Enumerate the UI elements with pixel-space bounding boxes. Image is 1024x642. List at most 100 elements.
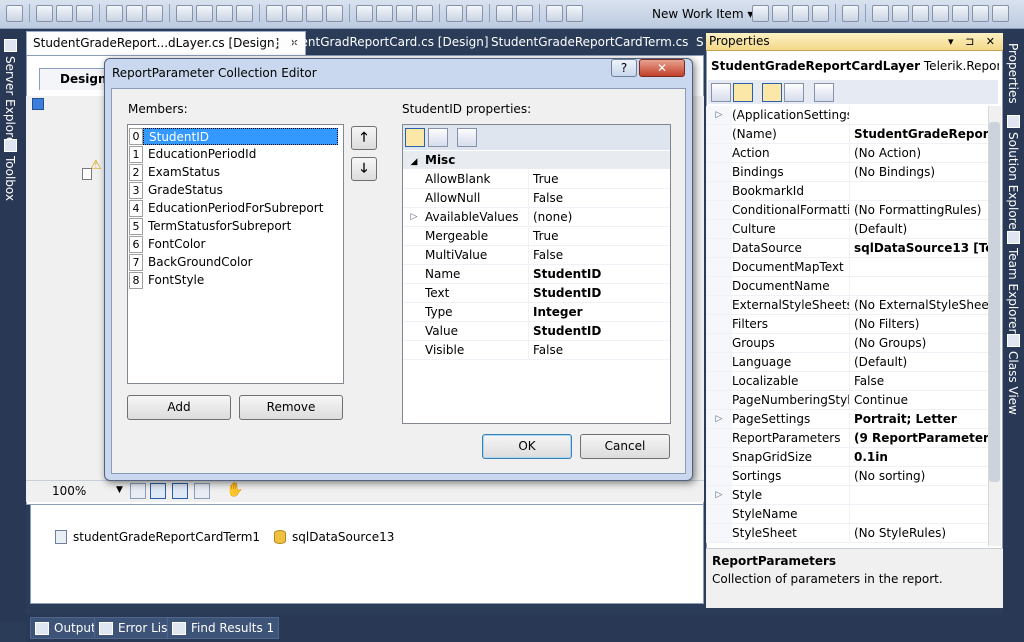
property-value[interactable]: [850, 277, 988, 295]
expand-icon[interactable]: [706, 144, 732, 162]
expand-icon[interactable]: [706, 372, 732, 390]
size-to-grid-icon[interactable]: [236, 5, 253, 22]
make-same-height-icon[interactable]: [196, 5, 213, 22]
property-row[interactable]: Sortings (No sorting): [706, 467, 988, 486]
make-same-size-icon[interactable]: [216, 5, 233, 22]
property-value[interactable]: StudentID: [529, 284, 670, 302]
work-item-query-icon[interactable]: [752, 5, 769, 22]
undo-pending-icon[interactable]: [952, 5, 969, 22]
expand-icon[interactable]: [403, 341, 425, 359]
property-pages-icon[interactable]: [814, 83, 834, 102]
tab-report-card-term[interactable]: StudentGradeReportCardTerm.cs: [485, 31, 694, 55]
expand-icon[interactable]: [706, 258, 732, 276]
expand-icon[interactable]: [706, 125, 732, 143]
property-row[interactable]: Culture (Default): [706, 220, 988, 239]
close-button[interactable]: ✕: [639, 59, 685, 77]
property-row[interactable]: ▷ Style: [706, 486, 988, 505]
property-value[interactable]: (No FormattingRules): [850, 201, 988, 219]
property-value[interactable]: Continue: [850, 391, 988, 409]
expand-icon[interactable]: [706, 239, 732, 257]
remove-button[interactable]: Remove: [239, 395, 343, 420]
property-row[interactable]: (Name)StudentGradeReportCa: [706, 125, 988, 144]
member-property-row[interactable]: Name StudentID: [403, 265, 670, 284]
horizontal-spacing-equal-icon[interactable]: [266, 5, 283, 22]
member-property-row[interactable]: Value StudentID: [403, 322, 670, 341]
horizontal-spacing-decrease-icon[interactable]: [306, 5, 323, 22]
center-horizontally-icon[interactable]: [446, 5, 463, 22]
align-middles-icon[interactable]: [106, 5, 123, 22]
align-to-grid-icon[interactable]: [146, 5, 163, 22]
zoom-value[interactable]: 100%: [52, 481, 86, 501]
member-property-row[interactable]: AllowBlank True: [403, 170, 670, 189]
categorized-icon[interactable]: [405, 128, 425, 147]
properties-view-icon[interactable]: [762, 83, 782, 102]
expand-icon[interactable]: [706, 334, 732, 352]
property-value[interactable]: (Default): [850, 353, 988, 371]
toolbar-options-icon[interactable]: [992, 5, 1009, 22]
expand-icon[interactable]: [706, 524, 732, 542]
new-work-item-button[interactable]: New Work Item ▾: [652, 4, 753, 24]
categorized-icon[interactable]: [711, 83, 731, 102]
expand-icon[interactable]: [706, 201, 732, 219]
team-explorer-side-tab[interactable]: Team Explorer: [1006, 231, 1020, 334]
member-item[interactable]: 2 ExamStatus: [129, 163, 220, 181]
move-up-button[interactable]: 🡑: [351, 126, 377, 150]
property-row[interactable]: PageNumberingStyle Continue: [706, 391, 988, 410]
align-bottoms-icon[interactable]: [126, 5, 143, 22]
member-item[interactable]: 8 FontStyle: [129, 271, 204, 289]
vertical-spacing-equal-icon[interactable]: [356, 5, 373, 22]
member-item[interactable]: 3 GradeStatus: [129, 181, 223, 199]
expand-icon[interactable]: [403, 170, 425, 188]
alphabetical-icon[interactable]: [733, 83, 753, 102]
property-value[interactable]: False: [529, 246, 670, 264]
cancel-button[interactable]: Cancel: [580, 434, 670, 459]
expand-icon[interactable]: [706, 296, 732, 314]
output-tab[interactable]: Output: [30, 617, 101, 639]
expand-icon[interactable]: [403, 265, 425, 283]
property-value[interactable]: (No StyleRules): [850, 524, 988, 542]
member-property-row[interactable]: AllowNull False: [403, 189, 670, 208]
member-item[interactable]: 6 FontColor: [129, 235, 205, 253]
expand-icon[interactable]: [706, 448, 732, 466]
expand-icon[interactable]: ▷: [403, 208, 425, 226]
property-value[interactable]: Integer: [529, 303, 670, 321]
property-value[interactable]: StudentID: [529, 322, 670, 340]
go-to-work-item-icon[interactable]: [792, 5, 809, 22]
property-value[interactable]: [850, 258, 988, 276]
property-value[interactable]: False: [529, 341, 670, 359]
expand-icon[interactable]: [706, 353, 732, 371]
tab-report-card[interactable]: StudentGradReportCard.cs [Design]: [267, 31, 495, 55]
property-value[interactable]: (No Bindings): [850, 163, 988, 181]
expand-icon[interactable]: [706, 220, 732, 238]
property-value[interactable]: True: [529, 227, 670, 245]
toolbar-options-icon[interactable]: [812, 5, 829, 22]
property-row[interactable]: ▷ (ApplicationSettings): [706, 106, 988, 125]
snap-to-grid-icon[interactable]: [150, 483, 166, 499]
property-row[interactable]: ExternalStyleSheets (No ExternalStyleShee…: [706, 296, 988, 315]
make-same-width-icon[interactable]: [176, 5, 193, 22]
properties-window-controls[interactable]: ▾ ⊐ ✕: [948, 35, 999, 48]
object-selector[interactable]: StudentGradeReportCardLayer Telerik.Repo…: [706, 55, 999, 77]
property-value[interactable]: False: [850, 372, 988, 390]
move-down-button[interactable]: 🡓: [351, 157, 377, 181]
property-value[interactable]: (No sorting): [850, 467, 988, 485]
property-value[interactable]: (No Action): [850, 144, 988, 162]
bring-to-front-icon[interactable]: [496, 5, 513, 22]
expand-icon[interactable]: [403, 246, 425, 264]
property-value[interactable]: (Default): [850, 220, 988, 238]
align-tops-icon[interactable]: [76, 5, 93, 22]
source-control-icon[interactable]: [842, 5, 859, 22]
property-value[interactable]: 0.1in: [850, 448, 988, 466]
vertical-spacing-increase-icon[interactable]: [376, 5, 393, 22]
property-row[interactable]: DataSourcesqlDataSource13 [Teler: [706, 239, 988, 258]
tab-order-icon[interactable]: [546, 5, 563, 22]
property-value[interactable]: True: [529, 170, 670, 188]
property-pages-icon[interactable]: [457, 128, 477, 147]
property-value[interactable]: [850, 505, 988, 523]
property-value[interactable]: [850, 106, 988, 124]
expand-icon[interactable]: [403, 284, 425, 302]
member-property-row[interactable]: Text StudentID: [403, 284, 670, 303]
property-row[interactable]: Filters (No Filters): [706, 315, 988, 334]
component-sql-datasource[interactable]: sqlDataSource13: [274, 530, 394, 544]
expand-icon[interactable]: [706, 505, 732, 523]
